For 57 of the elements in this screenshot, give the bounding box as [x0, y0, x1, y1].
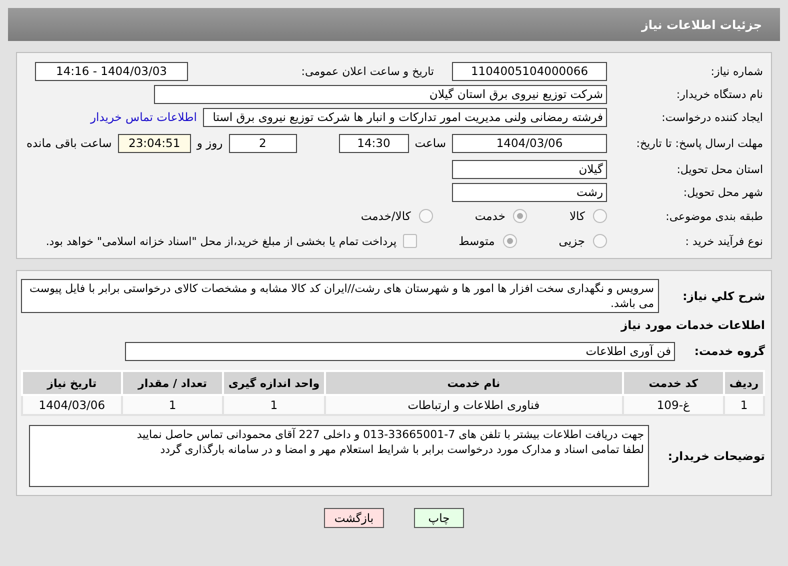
back-button[interactable]: بازگشت [324, 508, 384, 528]
description-field: سرويس و نگهداری سخت افزار ها امور ها و شهرستان های رشت//ایران کد کالا مشابه و مشخصات کالای درخواستی برابر با فایل پیوست می باشد. [21, 279, 659, 313]
radio-label: کالا [569, 209, 585, 223]
print-button[interactable]: چاپ [414, 508, 464, 528]
buyer-contact-link[interactable]: اطلاعات تماس خریدار [90, 110, 197, 124]
radio-label: خدمت [474, 209, 506, 223]
column-header: ردیف [724, 371, 764, 395]
table-cell: 1404/03/06 [22, 395, 122, 415]
section-title: اطلاعات خدمات مورد نیاز [620, 318, 765, 332]
radio-label: جزیی [558, 234, 585, 248]
remaining-time-field: 23:04:51 [118, 134, 191, 152]
province-field: گیلان [452, 160, 607, 178]
buyer-notes-field: جهت دریافت اطلاعات بیشتر با تلفن های 7-33665001-013 و داخلی 227 آقای محمودانی تماس حاصل نمایید لطفا تمامی اسناد و مدارک مورد درخواست برابر با شرایط استعلام مهر و امضا و در سامانه بارگذاری گردد [29, 425, 649, 487]
buyer-name-field: شرکت توزیع نیروی برق استان گیلان [154, 84, 607, 104]
time-label: ساعت [414, 136, 446, 150]
days-field: 2 [228, 134, 297, 152]
radio-button[interactable] [513, 209, 528, 223]
field-label: شهر محل تحویل: [682, 186, 763, 198]
announce-date-field: 1404/03/03 - 14:16 [35, 62, 188, 80]
column-header: واحد اندازه گیری [223, 371, 325, 395]
field-label: توضیحات خریدار: [666, 449, 765, 463]
checkbox-label: پرداخت تمام یا بخشی از مبلغ خرید،از محل "اسناد خزانه اسلامی" خواهد بود. [46, 234, 397, 248]
radio-label: کالا/خدمت [360, 209, 411, 223]
field-label: استان محل تحویل: [676, 162, 763, 176]
field-label: ایجاد کننده درخواست: [660, 110, 763, 124]
city-field: رشت [452, 182, 607, 202]
field-label: شماره نیاز: [710, 64, 763, 78]
creator-field: فرشته رمضانی ولنی مدیریت امور تدارکات و انبار ها شرکت توزیع نیروی برق استا [203, 108, 607, 126]
radio-button[interactable] [502, 234, 517, 248]
field-label: مهلت ارسال پاسخ: تا تاریخ: [635, 136, 763, 150]
field-label: نوع فرآیند خرید : [684, 234, 763, 248]
table-cell: 1 [223, 395, 325, 415]
field-label: نام دستگاه خریدار: [675, 88, 763, 100]
table-cell: غ-109 [622, 395, 724, 415]
checkbox[interactable] [402, 234, 417, 248]
field-label: طبقه بندی موضوعی: [664, 210, 763, 222]
deadline-time-field: 14:30 [338, 134, 409, 152]
page-title: جزئیات اطلاعات نیاز [8, 8, 780, 41]
radio-button[interactable] [418, 209, 433, 223]
table-cell: 1 [122, 395, 224, 415]
field-label: شرح کلي نياز: [682, 289, 765, 303]
need-number-field: 1104005104000066 [452, 62, 607, 80]
table-cell: 1 [724, 395, 764, 415]
remaining-label: ساعت باقی مانده [26, 136, 112, 150]
field-label: گروه خدمت: [693, 344, 765, 358]
deadline-date-field: 1404/03/06 [452, 134, 607, 152]
column-header: تاریخ نیاز [22, 371, 122, 395]
field-label: تاریخ و ساعت اعلان عمومی: [300, 64, 435, 78]
table-cell: فناوری اطلاعات و ارتباطات [324, 395, 623, 415]
column-header: نام خدمت [324, 371, 623, 395]
column-header: کد خدمت [622, 371, 724, 395]
radio-button[interactable] [593, 234, 607, 248]
radio-button[interactable] [593, 209, 607, 223]
radio-label: متوسط [458, 234, 495, 248]
days-label: روز و [196, 136, 223, 150]
service-group-field: فن آوری اطلاعات [125, 342, 675, 360]
column-header: تعداد / مقدار [122, 371, 224, 395]
